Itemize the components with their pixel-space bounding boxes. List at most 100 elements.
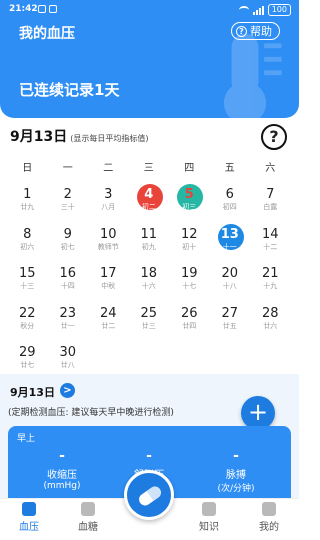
pill-icon xyxy=(136,484,164,508)
lunar-date: 十六 xyxy=(141,282,156,290)
calendar-day[interactable]: 9 初七 xyxy=(48,224,89,264)
day-number: 13 xyxy=(220,226,239,242)
panel-date: 9月13日 xyxy=(10,386,55,399)
lunar-date: 初九 xyxy=(141,242,156,251)
calendar-day[interactable]: 20 十八 xyxy=(210,263,251,303)
calendar-day[interactable]: 1 廿九 xyxy=(7,184,48,224)
day-number: 19 xyxy=(180,266,198,281)
status-right: 100 xyxy=(238,4,291,16)
lunar-date: 廿二 xyxy=(101,321,116,330)
day-number: 22 xyxy=(18,305,36,321)
lunar-date: 八月 xyxy=(101,203,116,211)
calendar-day[interactable]: 21 十九 xyxy=(250,263,291,303)
lunar-date: 廿八 xyxy=(60,361,75,369)
tab-label: 我的 xyxy=(259,522,279,533)
lunar-date: 白露 xyxy=(263,203,278,211)
person-icon xyxy=(262,502,276,516)
reading-period: 早上 xyxy=(17,434,36,444)
message-icon xyxy=(49,5,57,13)
calendar-day[interactable]: 3 八月 xyxy=(88,184,129,224)
help-icon: ? xyxy=(236,25,247,37)
calendar-day[interactable]: 4 初二 xyxy=(129,184,170,224)
blood-sugar-icon xyxy=(81,502,95,516)
medication-button[interactable] xyxy=(124,470,174,520)
calendar-day[interactable]: 19 十七 xyxy=(169,263,210,303)
calendar-grid: 1 廿九 2 三十 3 八月 4 初二 5 初三 6 初四 7 白露 8 初六 9 初七 10 教师节 11 初九 12 初十… xyxy=(7,184,297,382)
calendar-day[interactable]: 8 初六 xyxy=(7,224,48,264)
calendar-day[interactable]: 12 初十 xyxy=(169,224,210,264)
calendar-day[interactable]: 26 廿四 xyxy=(169,303,210,343)
day-number: 4 xyxy=(144,187,154,202)
lunar-date: 十九 xyxy=(263,282,278,290)
help-button[interactable]: ? 帮助 xyxy=(231,22,280,40)
lunar-date: 廿四 xyxy=(182,321,197,330)
calendar-day[interactable]: 5 初三 xyxy=(169,184,210,224)
day-number: 25 xyxy=(140,305,158,321)
notification-icon xyxy=(38,5,46,13)
wifi-icon xyxy=(238,6,249,14)
calendar-day[interactable]: 27 廿五 xyxy=(210,303,251,343)
metric-value: - xyxy=(233,448,239,464)
calendar-day[interactable]: 23 廿一 xyxy=(48,303,89,343)
day-number: 15 xyxy=(18,266,36,281)
tab-label: 血糖 xyxy=(78,522,98,533)
calendar-day[interactable]: 14 十二 xyxy=(250,224,291,264)
streak-text: 已连续记录1天 xyxy=(19,81,120,99)
calendar-day[interactable]: 18 十六 xyxy=(129,263,170,303)
tab-label: 知识 xyxy=(199,522,219,533)
tab-profile[interactable]: 我的 xyxy=(244,499,294,533)
calendar-day[interactable]: 22 秋分 xyxy=(7,303,48,343)
calendar-day[interactable]: 17 中秋 xyxy=(88,263,129,303)
day-number: 10 xyxy=(99,226,117,242)
calendar-day[interactable]: 15 十三 xyxy=(7,263,48,303)
metric-value: - xyxy=(146,448,152,464)
day-number: 26 xyxy=(180,305,198,321)
calendar-day[interactable]: 11 初九 xyxy=(129,224,170,264)
day-number: 20 xyxy=(221,266,239,281)
day-number: 8 xyxy=(23,226,32,242)
day-number: 9 xyxy=(63,226,72,242)
add-record-button[interactable]: + xyxy=(241,396,275,430)
notification-icons xyxy=(38,5,57,13)
chevron-right-icon[interactable]: > xyxy=(60,383,75,398)
weekday-header: 日 一 二 三 四 五 六 xyxy=(0,159,299,174)
calendar-day[interactable]: 25 廿三 xyxy=(129,303,170,343)
measure-hint: (定期检测血压: 建议每天早中晚进行检测) xyxy=(8,408,174,418)
lunar-date: 廿一 xyxy=(60,321,75,330)
lunar-date: 三十 xyxy=(60,203,75,211)
lunar-date: 初十 xyxy=(182,242,197,251)
calendar-week: 1 廿九 2 三十 3 八月 4 初二 5 初三 6 初四 7 白露 xyxy=(7,184,297,224)
day-number: 2 xyxy=(63,187,72,202)
book-icon xyxy=(202,502,216,516)
day-number: 30 xyxy=(59,345,77,360)
lunar-date: 秋分 xyxy=(20,321,35,330)
metric-unit: (次/分钟) xyxy=(217,484,255,494)
selected-date-title: 9月13日 xyxy=(10,129,68,145)
status-bar: 21:42 100 xyxy=(0,0,299,20)
calendar-day[interactable]: 10 教师节 xyxy=(88,224,129,264)
tab-knowledge[interactable]: 知识 xyxy=(184,499,234,533)
calendar-day[interactable]: 13 十一 xyxy=(210,223,251,264)
calendar-day[interactable]: 6 初四 xyxy=(210,184,251,224)
calendar-day[interactable]: 2 三十 xyxy=(48,184,89,224)
tab-blood-sugar[interactable]: 血糖 xyxy=(63,499,113,533)
day-number: 24 xyxy=(99,305,117,321)
day-number: 5 xyxy=(184,187,194,202)
lunar-date: 廿六 xyxy=(263,321,278,330)
question-icon[interactable]: ? xyxy=(261,124,287,150)
lunar-date: 教师节 xyxy=(97,242,119,251)
tab-label: 血压 xyxy=(19,522,39,533)
lunar-date: 廿三 xyxy=(141,321,156,330)
calendar-day[interactable]: 28 廿六 xyxy=(250,303,291,343)
tab-blood-pressure[interactable]: 血压 xyxy=(4,499,54,533)
battery-icon: 100 xyxy=(267,4,291,16)
day-number: 11 xyxy=(140,226,158,242)
status-time: 21:42 xyxy=(9,4,38,14)
lunar-date: 初七 xyxy=(60,242,75,251)
calendar-day[interactable]: 16 十四 xyxy=(48,263,89,303)
weekday-label: 二 xyxy=(103,163,114,174)
date-note: (显示每日平均指标值) xyxy=(70,134,149,143)
metric-value: - xyxy=(59,448,65,464)
calendar-day[interactable]: 7 白露 xyxy=(250,184,291,224)
calendar-day[interactable]: 24 廿二 xyxy=(88,303,129,343)
